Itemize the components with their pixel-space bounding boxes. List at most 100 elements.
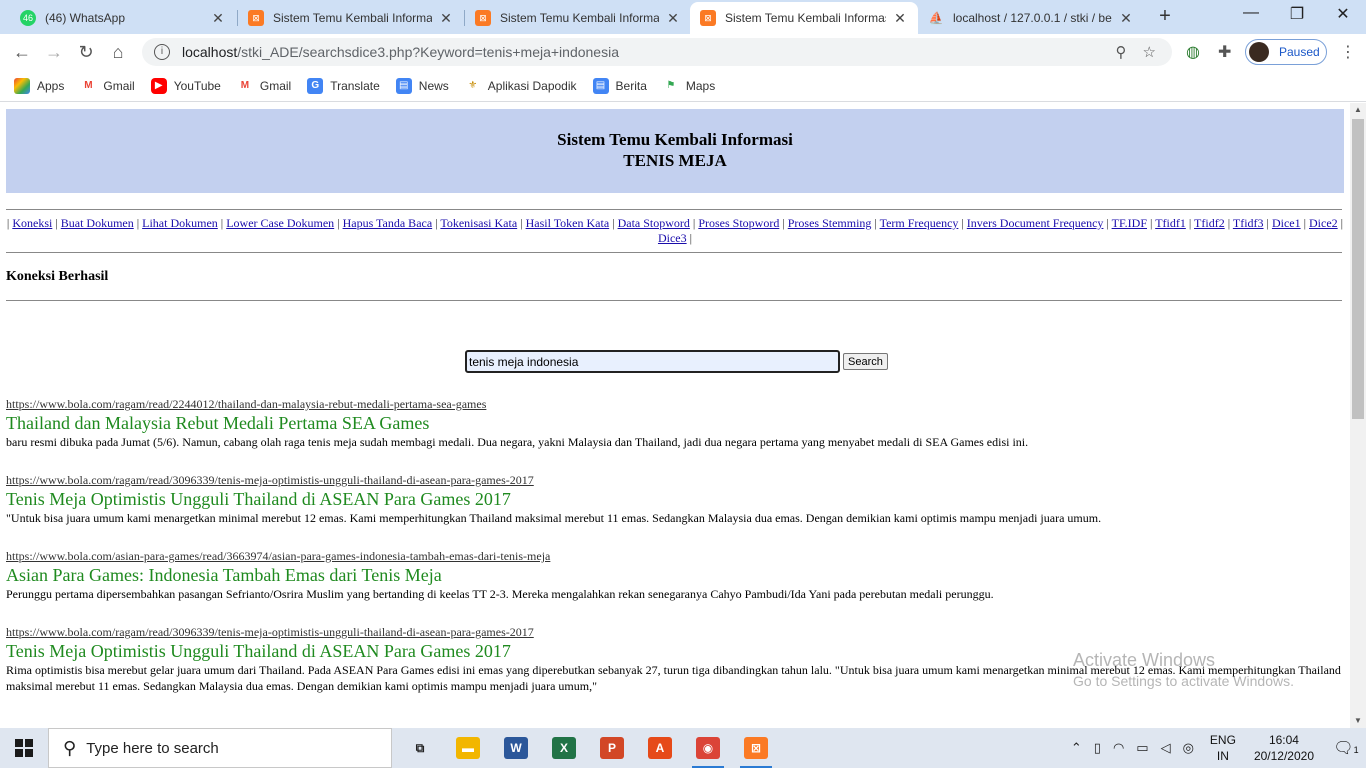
clock[interactable]: 16:04 20/12/2020 [1254, 732, 1314, 764]
menu-link-proses-stemming[interactable]: Proses Stemming [788, 216, 872, 230]
start-button[interactable] [0, 728, 48, 768]
new-tab-button[interactable]: + [1154, 5, 1176, 28]
vertical-scrollbar[interactable]: ▲ ▼ [1350, 103, 1366, 728]
menu-separator: | [1185, 216, 1195, 230]
result-url[interactable]: https://www.bola.com/asian-para-games/re… [6, 548, 1346, 565]
menu-link-data-stopword[interactable]: Data Stopword [618, 216, 690, 230]
taskbar-app[interactable]: X [540, 728, 588, 768]
reload-button[interactable]: ↻ [74, 40, 98, 64]
bookmark-news[interactable]: ▤ News [395, 77, 449, 94]
menu-link-tfidf3[interactable]: Tfidf3 [1233, 216, 1264, 230]
minimize-button[interactable]: — [1236, 4, 1266, 22]
menu-link-invers-document-frequency[interactable]: Invers Document Frequency [967, 216, 1104, 230]
tab-stki-1[interactable]: ⊠ Sistem Temu Kembali Informasi ✕ [238, 2, 464, 34]
menu-link-term-frequency[interactable]: Term Frequency [880, 216, 959, 230]
menu-separator: | [779, 216, 788, 230]
taskbar-app[interactable]: ⧉ [396, 728, 444, 768]
address-bar[interactable]: i localhost/stki_ADE/searchsdice3.php?Ke… [142, 38, 1172, 66]
menu-link-dice3[interactable]: Dice3 [658, 231, 687, 245]
bookmark-label: Gmail [259, 78, 292, 93]
forward-button[interactable]: → [42, 40, 66, 64]
profile-button[interactable]: Paused [1245, 39, 1327, 65]
result-title: Asian Para Games: Indonesia Tambah Emas … [6, 565, 442, 585]
language-indicator[interactable]: ENG IN [1210, 732, 1236, 764]
taskbar-app[interactable]: ◉ [684, 728, 732, 768]
taskbar-app[interactable]: P [588, 728, 636, 768]
menu-link-tf-idf[interactable]: TF.IDF [1112, 216, 1147, 230]
bookmark-maps[interactable]: ⚑ Maps [662, 77, 715, 94]
address-url[interactable]: localhost/stki_ADE/searchsdice3.php?Keyw… [182, 44, 1116, 60]
menu-link-tfidf2[interactable]: Tfidf2 [1194, 216, 1225, 230]
result-url[interactable]: https://www.bola.com/ragam/read/3096339/… [6, 624, 1346, 641]
word-icon: W [504, 737, 528, 759]
extensions-puzzle-icon[interactable]: ✚ [1218, 42, 1231, 62]
menu-link-dice1[interactable]: Dice1 [1272, 216, 1301, 230]
menu-link-hapus-tanda-baca[interactable]: Hapus Tanda Baca [343, 216, 433, 230]
close-tab-icon[interactable]: ✕ [438, 10, 454, 27]
taskbar-app[interactable]: ⊠ [732, 728, 780, 768]
result-url[interactable]: https://www.bola.com/ragam/read/3096339/… [6, 472, 1346, 489]
bookmark-gmail-2[interactable]: M Gmail [236, 77, 292, 94]
tab-stki-active[interactable]: ⊠ Sistem Temu Kembali Informasi ✕ [690, 2, 918, 34]
kebab-menu-icon[interactable]: ⋮ [1340, 42, 1356, 62]
bookmark-dapodik[interactable]: ⚜ Aplikasi Dapodik [464, 77, 577, 94]
close-tab-icon[interactable]: ✕ [210, 10, 226, 27]
bookmark-youtube[interactable]: ▶ YouTube [150, 77, 221, 94]
taskbar-app[interactable]: A [636, 728, 684, 768]
phpmyadmin-icon: ⛵ [928, 11, 944, 25]
menu-separator: | [1300, 216, 1309, 230]
scrollbar-thumb[interactable] [1352, 119, 1364, 419]
tab-title: localhost / 127.0.0.1 / stki / berita [953, 11, 1112, 25]
menu-link-hasil-token-kata[interactable]: Hasil Token Kata [526, 216, 610, 230]
maximize-button[interactable]: ❐ [1282, 4, 1312, 24]
zoom-icon[interactable]: ⚲ [1116, 43, 1127, 61]
page-viewport: Sistem Temu Kembali Informasi TENIS MEJA… [0, 103, 1350, 728]
bookmark-berita[interactable]: ▤ Berita [592, 77, 647, 94]
tab-whatsapp[interactable]: 46 (46) WhatsApp ✕ [10, 2, 236, 34]
network-globe-icon[interactable]: ◎ [1183, 740, 1194, 756]
wifi-icon[interactable]: ◠ [1113, 740, 1124, 756]
search-placeholder: Type here to search [86, 739, 219, 757]
bookmark-translate[interactable]: G Translate [307, 77, 380, 94]
close-tab-icon[interactable]: ✕ [892, 10, 908, 27]
extension-icon[interactable]: ◍ [1186, 42, 1200, 62]
bookmark-gmail[interactable]: M Gmail [80, 77, 135, 94]
result-url[interactable]: https://www.bola.com/ragam/read/2244012/… [6, 396, 1346, 413]
taskbar-app[interactable]: W [492, 728, 540, 768]
bookmark-star-icon[interactable]: ☆ [1143, 43, 1156, 61]
chevron-up-icon[interactable]: ⌃ [1071, 740, 1082, 756]
bookmark-apps[interactable]: Apps [14, 77, 64, 94]
menu-link-tfidf1[interactable]: Tfidf1 [1155, 216, 1186, 230]
volume-icon[interactable]: ◁ [1161, 740, 1171, 756]
menu-link-tokenisasi-kata[interactable]: Tokenisasi Kata [440, 216, 517, 230]
home-button[interactable]: ⌂ [106, 40, 130, 64]
search-input[interactable] [465, 350, 840, 373]
device-icon[interactable]: ▯ [1094, 740, 1101, 756]
close-tab-icon[interactable]: ✕ [665, 10, 681, 27]
battery-icon[interactable]: ▭ [1136, 740, 1148, 756]
menu-link-dice2[interactable]: Dice2 [1309, 216, 1338, 230]
close-window-button[interactable]: ✕ [1328, 4, 1358, 24]
whatsapp-icon: 46 [20, 10, 36, 26]
menu-link-proses-stopword[interactable]: Proses Stopword [698, 216, 779, 230]
tab-phpmyadmin[interactable]: ⛵ localhost / 127.0.0.1 / stki / berita … [918, 2, 1144, 34]
task-view-icon: ⧉ [415, 740, 425, 755]
scroll-down-icon[interactable]: ▼ [1350, 714, 1366, 728]
region-code: IN [1216, 749, 1229, 763]
menu-link-lower-case-dokumen[interactable]: Lower Case Dokumen [226, 216, 334, 230]
search-button[interactable]: Search [843, 353, 888, 370]
menu-link-lihat-dokumen[interactable]: Lihat Dokumen [142, 216, 218, 230]
menu-link-buat-dokumen[interactable]: Buat Dokumen [61, 216, 134, 230]
close-tab-icon[interactable]: ✕ [1118, 10, 1134, 27]
tab-stki-2[interactable]: ⊠ Sistem Temu Kembali Informasi ✕ [465, 2, 691, 34]
notification-center[interactable]: 🗨1 [1326, 738, 1366, 758]
back-button[interactable]: ← [10, 40, 34, 64]
menu-link-koneksi[interactable]: Koneksi [12, 216, 52, 230]
taskbar-app[interactable]: ▬ [444, 728, 492, 768]
connection-status: Koneksi Berhasil [6, 269, 109, 284]
menu-separator: | [334, 216, 343, 230]
scroll-up-icon[interactable]: ▲ [1350, 103, 1366, 117]
site-info-icon[interactable]: i [154, 44, 170, 60]
taskbar-search[interactable]: ⚲ Type here to search [48, 728, 392, 768]
notification-icon: 🗨 [1333, 740, 1354, 757]
